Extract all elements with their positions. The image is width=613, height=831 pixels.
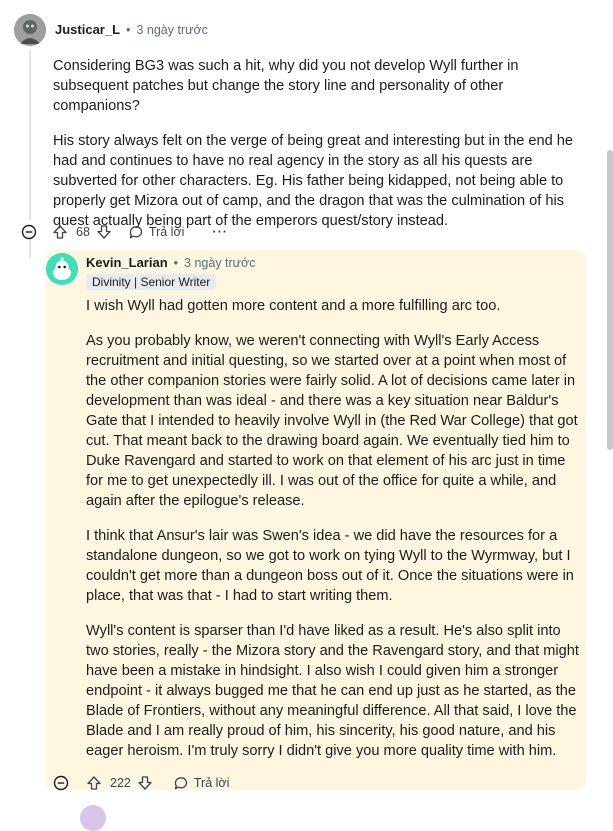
- comment-actions: 222 Trả lời: [52, 773, 229, 793]
- scrollbar[interactable]: [607, 150, 613, 450]
- separator-dot: •: [173, 255, 179, 270]
- avatar[interactable]: [46, 253, 78, 285]
- comment-paragraph: His story always felt on the verge of be…: [53, 133, 574, 229]
- user-flair-row: Divinity | Senior Writer: [86, 273, 217, 291]
- username[interactable]: Kevin_Larian: [86, 255, 168, 270]
- comment-header: Justicar_L • 3 ngày trước: [55, 22, 208, 37]
- comment-paragraph: I wish Wyll had gotten more content and …: [86, 298, 501, 314]
- comment-body: I wish Wyll had gotten more content and …: [86, 296, 579, 776]
- comment-body: Considering BG3 was such a hit, why did …: [53, 56, 583, 246]
- vote-count: 222: [110, 776, 131, 790]
- username[interactable]: Justicar_L: [55, 22, 120, 37]
- downvote-icon[interactable]: [137, 775, 153, 791]
- comment-paragraph: As you probably know, we weren't connect…: [86, 333, 578, 509]
- more-options-icon[interactable]: ···: [212, 225, 228, 239]
- vote-count: 68: [76, 225, 90, 239]
- avatar[interactable]: [14, 14, 46, 46]
- comment-paragraph: Wyll's content is sparser than I'd have …: [86, 623, 579, 759]
- collapse-icon[interactable]: [52, 775, 70, 791]
- upvote-icon[interactable]: [52, 224, 68, 240]
- reply-button[interactable]: Trả lời: [128, 224, 185, 240]
- reply-icon: [173, 775, 189, 791]
- comment-paragraph: I think that Ansur's lair was Swen's ide…: [86, 528, 574, 604]
- downvote-icon[interactable]: [96, 224, 112, 240]
- comment-paragraph: Considering BG3 was such a hit, why did …: [53, 58, 519, 114]
- separator-dot: •: [126, 22, 131, 37]
- timestamp[interactable]: 3 ngày trước: [136, 23, 207, 37]
- timestamp[interactable]: 3 ngày trước: [184, 256, 255, 270]
- comment-actions: 68 Trả lời ···: [20, 222, 228, 242]
- upvote-icon[interactable]: [86, 775, 102, 791]
- avatar[interactable]: [80, 805, 106, 831]
- collapse-icon[interactable]: [20, 224, 38, 240]
- reply-icon: [128, 224, 144, 240]
- reply-button[interactable]: Trả lời: [173, 775, 230, 791]
- reply-label: Trả lời: [193, 776, 230, 790]
- reply-label: Trả lời: [148, 225, 185, 239]
- comment-header: Kevin_Larian • 3 ngày trước: [86, 255, 256, 270]
- user-flair: Divinity | Senior Writer: [86, 274, 217, 290]
- thread-line: [29, 50, 31, 220]
